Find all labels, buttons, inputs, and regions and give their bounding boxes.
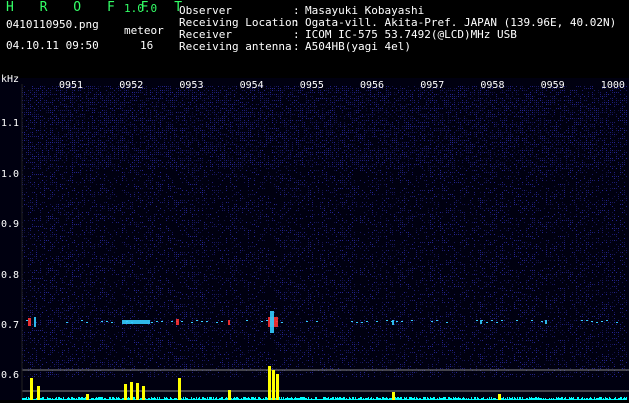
x-tick-label: 0955: [300, 81, 324, 91]
meteor-count: 16: [140, 40, 153, 52]
x-tick-label: 0951: [59, 81, 83, 91]
antenna-key: Receiving antenna: [179, 41, 292, 53]
x-tick-label: 0952: [119, 81, 143, 91]
y-tick-label: 0.9: [1, 220, 19, 230]
y-tick-label: 0.6: [1, 371, 19, 381]
datetime: 04.10.11 09:50: [6, 40, 99, 52]
antenna-colon: :: [293, 41, 300, 53]
antenna-value: A504HB(yagi 4el): [305, 41, 411, 53]
app-title: H R O F F T: [6, 2, 191, 14]
y-unit-label: kHz: [1, 75, 19, 85]
x-tick-label: 0959: [541, 81, 565, 91]
x-tick-label: 0954: [240, 81, 264, 91]
y-tick-label: 1.1: [1, 119, 19, 129]
spectrogram: kHz 0951 0952 0953 0954 0955 0956 0957 0958 0959…: [0, 78, 629, 400]
x-tick-label: 0958: [480, 81, 504, 91]
x-tick-label: 0953: [179, 81, 203, 91]
app-version: 1.0.0: [124, 3, 157, 15]
y-tick-label: 0.7: [1, 321, 19, 331]
meteor-label: meteor: [124, 25, 164, 37]
x-tick-label: 1000: [601, 81, 625, 91]
y-tick-label: 1.0: [1, 170, 19, 180]
spectrogram-canvas: [0, 78, 629, 400]
y-tick-label: 0.8: [1, 271, 19, 281]
x-tick-label: 0956: [360, 81, 384, 91]
filename: 0410110950.png: [6, 19, 99, 31]
x-tick-label: 0957: [420, 81, 444, 91]
